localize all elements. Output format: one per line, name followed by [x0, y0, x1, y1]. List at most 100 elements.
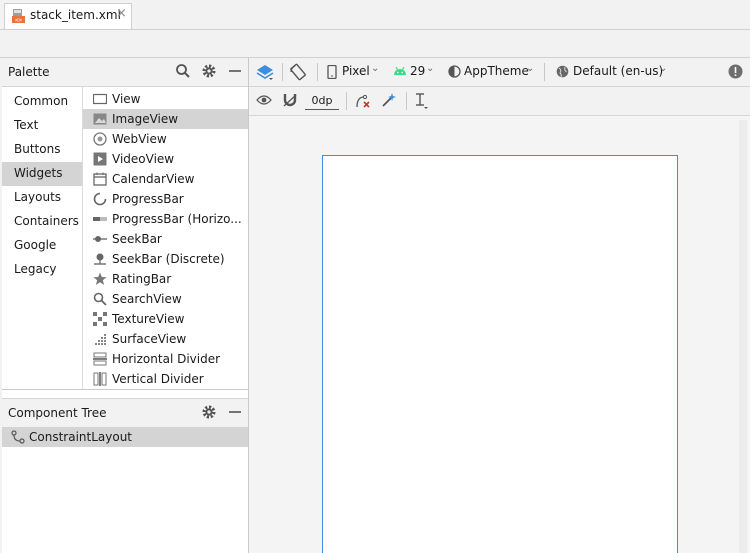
widget-label: SeekBar: [112, 232, 162, 246]
widget-ratingbar[interactable]: RatingBar: [83, 269, 248, 289]
widget-label: SearchView: [112, 292, 182, 306]
locale-label: Default (en-us): [573, 64, 664, 78]
widget-label: ImageView: [112, 112, 179, 126]
widget-calendarview[interactable]: CalendarView: [83, 169, 248, 189]
panel-divider[interactable]: [2, 389, 248, 390]
category-text[interactable]: Text: [2, 114, 82, 138]
default-margin-field[interactable]: 0dp: [305, 94, 339, 110]
widget-label: ProgressBar: [112, 192, 184, 206]
star-icon: [93, 272, 107, 285]
device-label: Pixel: [342, 64, 370, 78]
device-preview[interactable]: [322, 155, 678, 553]
chevron-down-icon: ⌄: [426, 63, 435, 74]
category-widgets[interactable]: Widgets: [2, 162, 82, 186]
magnet-icon[interactable]: [282, 92, 298, 108]
category-google[interactable]: Google: [2, 234, 82, 258]
widget-webview[interactable]: WebView: [83, 129, 248, 149]
file-tab-label: stack_item.xml: [30, 8, 121, 22]
widget-videoview[interactable]: VideoView: [83, 149, 248, 169]
globe-icon: [556, 65, 569, 78]
image-icon: [93, 113, 107, 125]
layout-toolbar: 0dp: [249, 87, 750, 116]
align-icon[interactable]: [415, 92, 429, 110]
widget-progressbar[interactable]: ProgressBar: [83, 189, 248, 209]
left-panel: Palette Common Text Buttons Widgets Layo…: [2, 58, 249, 553]
widget-label: SeekBar (Discrete): [112, 252, 225, 266]
category-common[interactable]: Common: [2, 90, 82, 114]
warning-icon[interactable]: [728, 64, 743, 79]
api-label: 29: [410, 64, 426, 78]
widget-label: CalendarView: [112, 172, 195, 186]
toolbar-separator: [406, 92, 407, 110]
minimize-icon[interactable]: [227, 63, 243, 79]
surface-icon: [95, 334, 106, 345]
chevron-down-icon: ⌄: [526, 63, 535, 74]
close-tab-icon[interactable]: ×: [116, 6, 127, 21]
horizontal-divider-icon: [93, 352, 107, 366]
constraint-layout-icon: [11, 430, 25, 444]
component-tree-title: Component Tree: [8, 406, 107, 420]
palette-header: Palette: [2, 58, 248, 87]
widget-imageview[interactable]: ImageView: [83, 109, 248, 129]
palette-categories: Common Text Buttons Widgets Layouts Cont…: [2, 87, 83, 389]
widget-view[interactable]: View: [83, 89, 248, 109]
category-legacy[interactable]: Legacy: [2, 258, 82, 282]
widget-label: VideoView: [112, 152, 175, 166]
layers-icon[interactable]: [256, 63, 274, 81]
toolbar-separator: [317, 63, 318, 81]
palette-widget-list: View ImageView WebView VideoView Calenda…: [83, 87, 248, 389]
widget-label: Horizontal Divider: [112, 352, 221, 366]
globe-icon: [93, 132, 107, 146]
clear-constraints-icon[interactable]: [355, 93, 371, 109]
search-icon: [93, 292, 107, 306]
tree-node-constraintlayout[interactable]: ConstraintLayout: [2, 427, 248, 447]
chevron-down-icon: ⌄: [371, 63, 380, 74]
widget-seekbar[interactable]: SeekBar: [83, 229, 248, 249]
widget-label: ProgressBar (Horizo...: [112, 212, 242, 226]
design-toolbar: Pixel ⌄ 29 ⌄ AppTheme ⌄ Default (en-us) …: [249, 58, 750, 87]
widget-seekbar-discrete[interactable]: SeekBar (Discrete): [83, 249, 248, 269]
palette-title: Palette: [8, 65, 50, 79]
vertical-divider-icon: [93, 372, 107, 386]
rotate-orientation-icon[interactable]: [289, 63, 307, 81]
theme-label: AppTheme: [464, 64, 529, 78]
widget-progressbar-horizontal[interactable]: ProgressBar (Horizo...: [83, 209, 248, 229]
widget-horizontal-divider[interactable]: Horizontal Divider: [83, 349, 248, 369]
widget-label: TextureView: [112, 312, 185, 326]
calendar-icon: [93, 172, 107, 186]
progress-bar-icon: [93, 217, 107, 221]
seekbar-discrete-icon: [94, 253, 106, 265]
widget-label: View: [112, 92, 141, 106]
editor-strip: [0, 30, 750, 58]
magic-wand-icon[interactable]: [381, 92, 397, 108]
chevron-down-icon: ⌄: [659, 63, 668, 74]
widget-textureview[interactable]: TextureView: [83, 309, 248, 329]
widget-label: RatingBar: [112, 272, 172, 286]
toolbar-separator: [282, 63, 283, 81]
canvas-scrollbar[interactable]: [739, 120, 747, 553]
xml-file-icon: <>: [12, 9, 25, 24]
svg-text:<>: <>: [15, 17, 23, 24]
gear-icon[interactable]: [201, 63, 217, 79]
eye-icon[interactable]: [256, 94, 272, 106]
theme-icon: [448, 65, 461, 78]
search-icon[interactable]: [175, 63, 191, 79]
category-buttons[interactable]: Buttons: [2, 138, 82, 162]
widget-surfaceview[interactable]: SurfaceView: [83, 329, 248, 349]
widget-vertical-divider[interactable]: Vertical Divider: [83, 369, 248, 389]
category-containers[interactable]: Containers: [2, 210, 82, 234]
seekbar-icon: [93, 236, 107, 242]
minimize-icon[interactable]: [227, 404, 243, 420]
file-tab[interactable]: <> stack_item.xml ×: [4, 3, 132, 29]
category-layouts[interactable]: Layouts: [2, 186, 82, 210]
toolbar-separator: [346, 92, 347, 110]
widget-label: SurfaceView: [112, 332, 187, 346]
widget-searchview[interactable]: SearchView: [83, 289, 248, 309]
phone-icon: [327, 65, 337, 79]
widget-label: WebView: [112, 132, 167, 146]
toolbar-separator: [544, 63, 545, 81]
progress-circle-icon: [93, 192, 107, 206]
editor-tab-bar: <> stack_item.xml ×: [0, 0, 750, 30]
tree-node-label: ConstraintLayout: [29, 430, 133, 444]
gear-icon[interactable]: [201, 404, 217, 420]
